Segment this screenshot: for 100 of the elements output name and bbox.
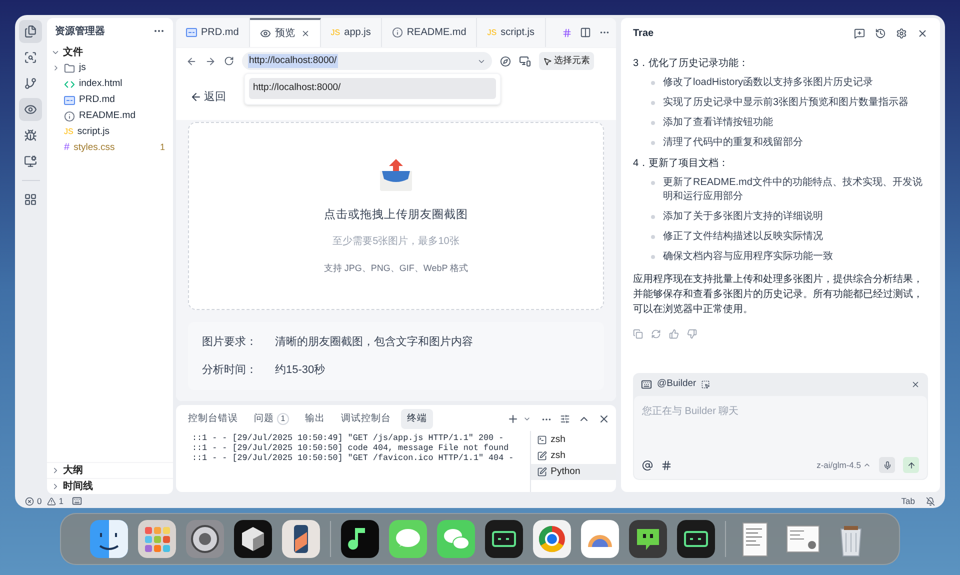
section-header[interactable]: 文件 [47, 44, 173, 60]
panel-title: 资源管理器 [55, 24, 105, 38]
caret-icon [863, 461, 871, 469]
close-icon[interactable] [911, 380, 920, 389]
panel-tab[interactable]: 调试控制台 [335, 409, 397, 429]
phone-icon[interactable] [282, 520, 320, 558]
list-item: 实现了历史记录中显示前3张图片预览和图片数量指示器 [663, 96, 909, 110]
file-name: index.html [79, 76, 124, 91]
quote-bubble-icon[interactable] [629, 520, 667, 558]
thumbs-up-icon[interactable] [669, 329, 679, 339]
file-item[interactable]: index.html [47, 76, 173, 92]
info-label: 图片要求： [202, 335, 258, 350]
history-icon[interactable] [875, 28, 886, 38]
branch-icon [24, 77, 37, 90]
terminal-item[interactable]: Python [530, 464, 616, 480]
folder-icon [64, 62, 75, 74]
js-icon: JS [487, 28, 497, 36]
section-title[interactable]: 时间线 [63, 479, 93, 494]
close-icon[interactable] [300, 29, 310, 38]
hash-icon[interactable] [661, 460, 672, 470]
panel-tab[interactable]: 问题 1 [248, 409, 295, 429]
terminal-item[interactable]: zsh [530, 432, 616, 448]
terminal-icon[interactable] [485, 520, 523, 558]
eye-icon [24, 103, 37, 116]
cube-icon[interactable] [234, 520, 272, 558]
smiling-face-icon[interactable] [90, 520, 128, 558]
activity-button[interactable] [19, 20, 42, 43]
file-name: README.md [79, 108, 136, 123]
list-item: 确保文档内容与应用程序实际功能一致 [663, 250, 833, 264]
message-field[interactable]: 您正在与 Builder 聊天 z-ai/glm-4.5 [634, 396, 927, 479]
microphone-icon [882, 460, 892, 470]
forward-icon[interactable] [205, 56, 216, 66]
panel-tab[interactable]: 输出 [299, 409, 331, 429]
info-icon [392, 27, 403, 38]
model-selector[interactable]: z-ai/glm-4.5 [816, 458, 871, 472]
eye-icon [260, 28, 271, 39]
editor-tab[interactable]: README.md [382, 18, 478, 47]
speech-bubble-icon[interactable] [389, 520, 427, 558]
mention-icon[interactable] [642, 460, 653, 470]
plus-icon[interactable] [507, 413, 519, 425]
rainbow-arc-icon[interactable] [581, 520, 619, 558]
file-item[interactable]: README.md [47, 108, 173, 124]
file-item[interactable]: js [47, 60, 173, 76]
compass-icon[interactable] [500, 56, 511, 66]
section-title[interactable]: 大纲 [63, 463, 83, 478]
info-icon [64, 110, 75, 122]
keyboard-icon[interactable] [72, 496, 82, 506]
editor-tab[interactable]: JS app.js [320, 18, 382, 47]
tab-indicator[interactable]: Tab [901, 494, 915, 508]
terminal-icon [536, 435, 547, 445]
js-icon: JS [330, 28, 340, 36]
back-icon[interactable] [186, 56, 197, 66]
app-grid-icon[interactable] [138, 520, 176, 558]
close-icon[interactable] [917, 28, 928, 38]
caret-icon[interactable] [523, 415, 531, 423]
problem-count: 1 [160, 141, 165, 154]
info-value: 清晰的朋友圈截图，包含文字和图片内容 [275, 334, 473, 350]
panel-tab[interactable]: 控制台错误 [182, 409, 244, 429]
upload-area[interactable]: 点击或拖拽上传朋友圈截图 至少需要5张图片，最多10张 支持 JPG、PNG、GIF、WebP 格式 [188, 122, 604, 310]
reload-icon[interactable] [224, 56, 234, 66]
back-link[interactable]: 返回 [190, 88, 226, 106]
editor-tab[interactable]: 预览 [250, 18, 321, 47]
hash-icon[interactable] [562, 28, 572, 38]
count-badge: 1 [277, 413, 289, 425]
document-icon [186, 28, 197, 37]
ring-icon[interactable] [533, 520, 571, 558]
editor-tab[interactable]: PRD.md [176, 18, 250, 47]
upload-formats: 支持 JPG、PNG、GIF、WebP 格式 [324, 262, 468, 275]
file-item[interactable]: PRD.md [47, 92, 173, 108]
microphone-button[interactable] [879, 457, 895, 473]
list-item: 更新了README.md文件中的功能特点、技术实现、开发说明和运行应用部分 [663, 176, 924, 204]
new-chat-icon[interactable] [854, 28, 865, 38]
sliders-icon[interactable] [560, 414, 570, 424]
settings-icon[interactable] [896, 28, 907, 38]
url-suggestion[interactable]: http://localhost:8000/ [249, 78, 496, 99]
file-item[interactable]: # styles.css 1 [47, 140, 173, 156]
activity-button[interactable] [19, 98, 42, 121]
agent-name: @Builder [657, 377, 696, 392]
chat-bubbles-icon[interactable] [437, 520, 475, 558]
music-note-icon[interactable] [341, 520, 379, 558]
file-item[interactable]: JS script.js [47, 124, 173, 140]
send-button[interactable] [903, 457, 919, 473]
terminal-item[interactable]: zsh [530, 448, 616, 464]
select-element-button[interactable]: 选择元素 [539, 52, 594, 70]
tool-icon[interactable] [701, 380, 710, 389]
close-icon[interactable] [598, 413, 610, 425]
search-icon [24, 51, 37, 64]
js-icon: JS [64, 128, 74, 136]
files-icon [24, 25, 37, 38]
devices-icon[interactable] [519, 55, 531, 67]
editor-tab[interactable]: JS script.js [477, 18, 546, 47]
split-icon[interactable] [580, 27, 591, 38]
thumbs-down-icon[interactable] [687, 329, 697, 339]
refresh-icon[interactable] [651, 329, 661, 339]
warning-count: 1 [58, 494, 64, 508]
panel-tab[interactable]: 终端 [401, 409, 433, 429]
terminal-icon[interactable] [677, 520, 715, 558]
bell-off-icon[interactable] [926, 496, 935, 506]
copy-icon[interactable] [633, 329, 643, 339]
url-field[interactable]: http://localhost:8000/ [242, 52, 492, 70]
